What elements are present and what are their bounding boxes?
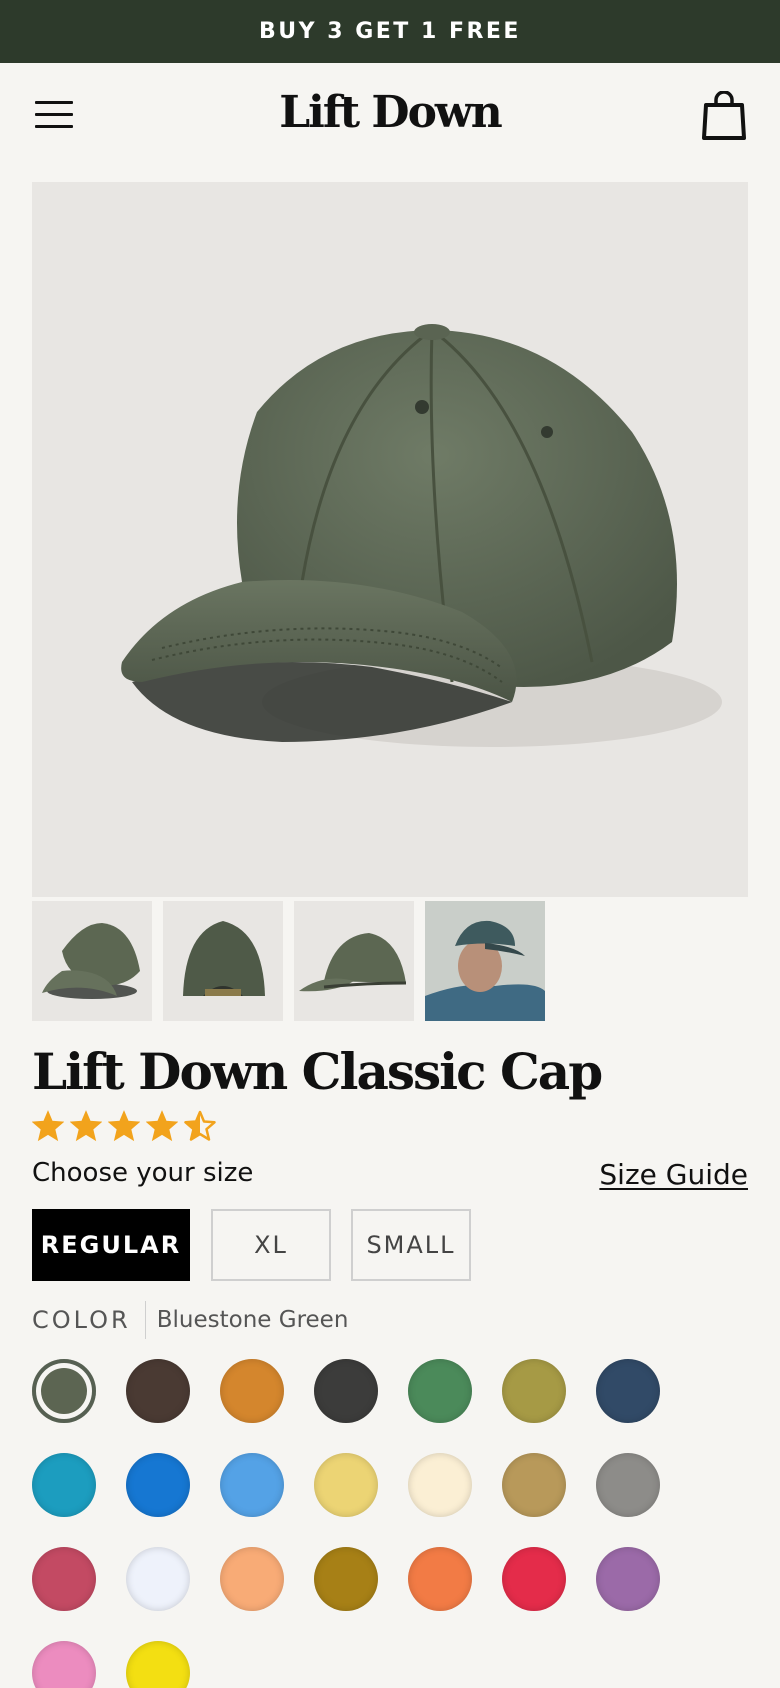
size-label: Choose your size [32, 1158, 254, 1188]
product-main-image[interactable] [32, 182, 748, 897]
color-divider [144, 1301, 146, 1339]
thumbnail-1[interactable] [32, 901, 152, 1021]
color-swatch[interactable] [126, 1453, 190, 1517]
size-option-regular[interactable]: REGULAR [32, 1209, 190, 1281]
star-full-icon [32, 1110, 64, 1142]
promo-banner: BUY 3 GET 1 FREE [0, 0, 780, 63]
promo-text: BUY 3 GET 1 FREE [259, 19, 521, 44]
size-option-small[interactable]: SMALL [351, 1209, 471, 1281]
color-swatch[interactable] [502, 1453, 566, 1517]
color-swatch[interactable] [220, 1453, 284, 1517]
star-rating[interactable] [32, 1110, 216, 1144]
color-header: COLOR Bluestone Green [32, 1301, 349, 1339]
site-logo[interactable]: Lift Down [0, 87, 780, 138]
cap-image [121, 324, 722, 747]
color-swatch[interactable] [596, 1453, 660, 1517]
color-swatch-selected[interactable] [32, 1359, 96, 1423]
product-title: Lift Down Classic Cap [32, 1042, 603, 1101]
size-guide-link[interactable]: Size Guide [599, 1158, 748, 1191]
color-swatch[interactable] [596, 1359, 660, 1423]
color-swatch[interactable] [408, 1453, 472, 1517]
shopping-bag-icon[interactable] [700, 90, 748, 141]
color-swatch[interactable] [220, 1359, 284, 1423]
color-swatch[interactable] [220, 1547, 284, 1611]
selected-color-name: Bluestone Green [156, 1307, 349, 1333]
star-full-icon [146, 1110, 178, 1142]
star-full-icon [108, 1110, 140, 1142]
color-swatch[interactable] [314, 1547, 378, 1611]
thumbnail-2[interactable] [163, 901, 283, 1021]
color-swatch[interactable] [408, 1359, 472, 1423]
thumbnail-4[interactable] [425, 901, 545, 1021]
color-swatch[interactable] [126, 1359, 190, 1423]
color-swatch[interactable] [32, 1547, 96, 1611]
star-half-icon [184, 1110, 216, 1141]
color-swatch[interactable] [408, 1547, 472, 1611]
site-header: Lift Down [0, 63, 780, 183]
size-option-xl[interactable]: XL [211, 1209, 331, 1281]
color-swatch[interactable] [596, 1547, 660, 1611]
color-swatch[interactable] [502, 1547, 566, 1611]
color-swatch[interactable] [32, 1641, 96, 1688]
color-swatch[interactable] [32, 1453, 96, 1517]
color-swatch[interactable] [314, 1453, 378, 1517]
thumbnail-3[interactable] [294, 901, 414, 1021]
color-swatch[interactable] [126, 1641, 190, 1688]
color-swatch[interactable] [314, 1359, 378, 1423]
color-label: COLOR [32, 1306, 131, 1334]
star-full-icon [70, 1110, 102, 1142]
color-swatch[interactable] [502, 1359, 566, 1423]
color-swatch[interactable] [126, 1547, 190, 1611]
